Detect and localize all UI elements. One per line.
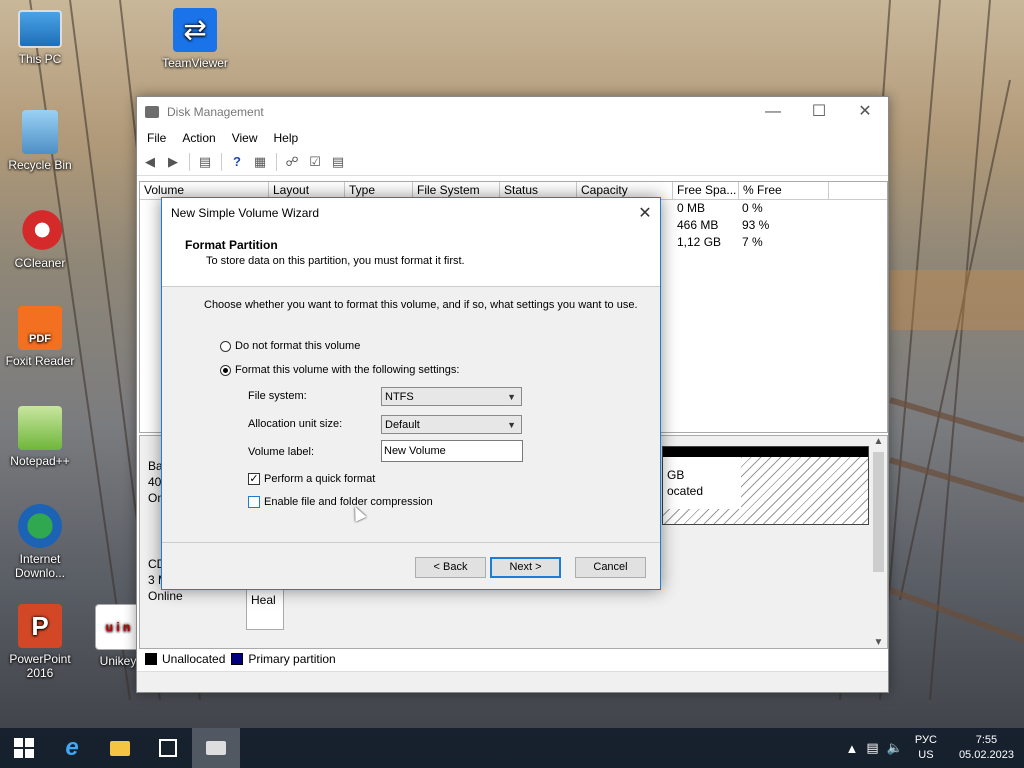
properties-icon[interactable]: ▤ xyxy=(196,154,214,170)
legend: Unallocated Primary partition xyxy=(139,649,336,669)
maximize-button[interactable]: ☐ xyxy=(796,97,842,127)
powerpoint-icon xyxy=(18,604,62,648)
disk-management-icon xyxy=(206,741,226,755)
menu-action[interactable]: Action xyxy=(174,131,223,145)
cancel-button[interactable]: Cancel xyxy=(575,557,646,578)
desktop-icon-this-pc[interactable]: This PC xyxy=(0,10,80,66)
teamviewer-icon xyxy=(173,8,217,52)
file-system-select[interactable]: NTFS ▼ xyxy=(381,387,522,406)
wizard-close-button[interactable]: ✕ xyxy=(630,203,660,223)
menu-bar: File Action View Help xyxy=(137,127,888,149)
store-icon xyxy=(159,739,177,757)
menu-help[interactable]: Help xyxy=(266,131,307,145)
chevron-down-icon: ▼ xyxy=(507,392,516,402)
back-arrow-icon[interactable]: ◀ xyxy=(141,154,159,170)
taskbar-internet-explorer[interactable]: e xyxy=(48,728,96,768)
compression-checkbox[interactable]: Enable file and folder compression xyxy=(248,496,433,508)
desktop-icon-internet-download-manager[interactable]: Internet Downlo... xyxy=(0,504,80,580)
start-button[interactable] xyxy=(0,728,48,768)
chevron-down-icon: ▼ xyxy=(507,420,516,430)
recycle-bin-icon xyxy=(22,110,58,154)
checklist-icon[interactable]: ☑ xyxy=(306,154,324,170)
unallocated-partition[interactable]: GB ocated xyxy=(662,446,869,525)
foxit-reader-icon xyxy=(18,306,62,350)
taskbar-file-explorer[interactable] xyxy=(96,728,144,768)
network-icon[interactable]: ▤ xyxy=(866,740,878,756)
checkmark-icon[interactable]: ✓ xyxy=(248,473,260,485)
legend-unallocated: Unallocated xyxy=(162,652,226,666)
scroll-down-icon[interactable]: ▼ xyxy=(870,637,887,648)
disk-management-titlebar[interactable]: Disk Management — ☐ ✕ xyxy=(137,97,888,127)
wizard-intro: Choose whether you want to format this v… xyxy=(204,299,638,311)
allocation-unit-size-label: Allocation unit size: xyxy=(248,418,343,430)
internet-download-manager-icon xyxy=(18,504,62,548)
compression-checkbox-box[interactable] xyxy=(248,496,260,508)
windows-logo-icon xyxy=(14,738,34,758)
scroll-up-icon[interactable]: ▲ xyxy=(870,436,887,447)
desktop-icon-foxit-reader[interactable]: Foxit Reader xyxy=(0,306,80,368)
radio-format-volume[interactable]: Format this volume with the following se… xyxy=(220,364,459,376)
help-icon[interactable]: ? xyxy=(228,154,246,170)
quick-format-checkbox[interactable]: ✓ Perform a quick format xyxy=(248,473,375,485)
desktop-icon-notepad-plus-plus[interactable]: Notepad++ xyxy=(0,406,80,468)
radio-do-not-format-indicator[interactable] xyxy=(220,340,231,352)
desktop-icon-teamviewer[interactable]: TeamViewer xyxy=(155,8,235,70)
primary-swatch xyxy=(231,653,244,665)
wizard-heading: Format Partition xyxy=(185,238,278,252)
clock[interactable]: 7:55 05.02.2023 xyxy=(959,733,1014,763)
system-tray: ▲ ▤ 🔈 РУС US 7:55 05.02.2023 xyxy=(842,733,1024,763)
connect-icon[interactable]: ☍ xyxy=(283,154,301,170)
wizard-subheading: To store data on this partition, you mus… xyxy=(206,255,465,267)
radio-format-volume-indicator[interactable] xyxy=(220,364,231,376)
volume-label-input[interactable] xyxy=(381,440,523,462)
unikey-icon xyxy=(95,604,141,650)
scroll-thumb[interactable] xyxy=(873,452,884,572)
desktop-icon-recycle-bin[interactable]: Recycle Bin xyxy=(0,110,80,172)
desktop-icon-powerpoint[interactable]: PowerPoint 2016 xyxy=(0,604,80,680)
input-language[interactable]: РУС US xyxy=(915,733,937,763)
vertical-scrollbar[interactable]: ▲ ▼ xyxy=(870,436,887,648)
unallocated-swatch xyxy=(145,653,157,665)
col-percent-free[interactable]: % Free xyxy=(739,182,829,199)
taskbar-disk-management[interactable] xyxy=(192,728,240,768)
legend-primary: Primary partition xyxy=(248,652,336,666)
computer-icon xyxy=(18,10,62,48)
wizard-footer: < Back Next > Cancel xyxy=(162,542,660,589)
taskbar-store[interactable] xyxy=(144,728,192,768)
window-title: Disk Management xyxy=(167,105,264,119)
wizard-header: Format Partition To store data on this p… xyxy=(162,228,660,287)
new-simple-volume-wizard: New Simple Volume Wizard ✕ Format Partit… xyxy=(161,197,661,590)
taskbar: e ▲ ▤ 🔈 РУС US 7:55 05.02.2023 xyxy=(0,728,1024,768)
next-button[interactable]: Next > xyxy=(490,557,561,578)
forward-arrow-icon[interactable]: ▶ xyxy=(164,154,182,170)
file-system-label: File system: xyxy=(248,390,307,402)
menu-file[interactable]: File xyxy=(139,131,174,145)
radio-do-not-format[interactable]: Do not format this volume xyxy=(220,340,360,352)
healthy-partition[interactable]: Heal xyxy=(246,586,284,630)
minimize-button[interactable]: — xyxy=(750,97,796,127)
chevron-up-icon[interactable]: ▲ xyxy=(846,741,859,756)
wizard-body: Choose whether you want to format this v… xyxy=(162,287,660,541)
close-button[interactable]: ✕ xyxy=(842,97,888,127)
menu-view[interactable]: View xyxy=(224,131,266,145)
settings-list-icon[interactable]: ▤ xyxy=(329,154,347,170)
volume-label-label: Volume label: xyxy=(248,446,315,458)
wizard-title: New Simple Volume Wizard xyxy=(171,206,320,220)
status-bar xyxy=(137,671,888,692)
back-button[interactable]: < Back xyxy=(415,557,486,578)
wizard-titlebar[interactable]: New Simple Volume Wizard ✕ xyxy=(162,198,660,228)
folder-icon xyxy=(110,740,130,756)
desktop-icon-ccleaner[interactable]: CCleaner xyxy=(0,208,80,270)
disk-management-icon xyxy=(145,106,159,118)
toolbar: ◀ ▶ ▤ ? ▦ ☍ ☑ ▤ xyxy=(137,149,888,176)
notepad-plus-plus-icon xyxy=(18,406,62,450)
col-free-space[interactable]: Free Spa... xyxy=(673,182,739,199)
ccleaner-icon xyxy=(18,208,62,252)
view-icon[interactable]: ▦ xyxy=(251,154,269,170)
internet-explorer-icon: e xyxy=(65,734,79,761)
speaker-muted-icon[interactable]: 🔈 xyxy=(887,740,903,756)
allocation-unit-size-select[interactable]: Default ▼ xyxy=(381,415,522,434)
